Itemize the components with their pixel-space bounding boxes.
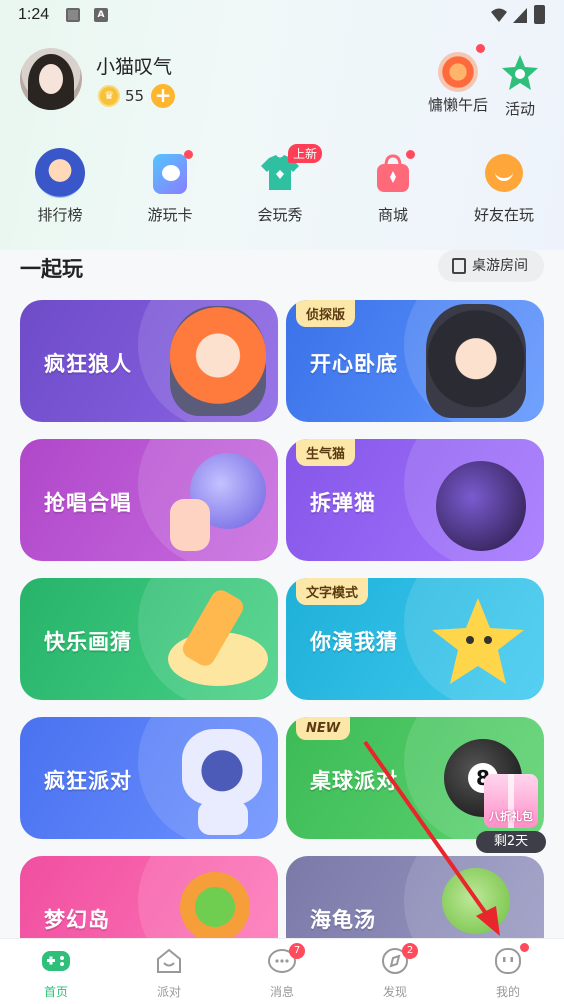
star-icon bbox=[502, 55, 538, 90]
game-title: 抢唱合唱 bbox=[44, 491, 132, 515]
game-title: 疯狂派对 bbox=[44, 769, 132, 793]
quick-label: 商城 bbox=[377, 206, 408, 224]
notification-dot bbox=[184, 150, 193, 159]
status-bar: 1:24 A bbox=[0, 0, 564, 30]
game-tag: NEW bbox=[296, 717, 351, 740]
quick-play-card[interactable]: 游玩卡 bbox=[120, 148, 220, 225]
notification-dot bbox=[406, 150, 415, 159]
game-title: 海龟汤 bbox=[310, 908, 376, 932]
nav-label: 发现 bbox=[382, 985, 407, 999]
lazy-afternoon-button[interactable]: 慵懒午后 bbox=[428, 52, 488, 115]
quick-label: 游玩卡 bbox=[147, 206, 193, 224]
avatar[interactable] bbox=[20, 48, 82, 110]
coin-icon: ♛ bbox=[98, 85, 120, 107]
activity-button[interactable]: 活动 bbox=[500, 52, 540, 119]
board-game-room-button[interactable]: 桌游房间 bbox=[438, 250, 544, 282]
nav-label: 派对 bbox=[156, 985, 181, 999]
game-title: 疯狂狼人 bbox=[44, 352, 132, 376]
game-title: 你演我猜 bbox=[310, 630, 398, 654]
gift-label: 八折礼包 bbox=[489, 810, 533, 823]
quick-friends[interactable]: 好友在玩 bbox=[454, 148, 554, 225]
coin-balance: 55 bbox=[125, 87, 145, 105]
nav-label: 我的 bbox=[495, 985, 520, 999]
quick-label: 排行榜 bbox=[37, 206, 83, 224]
discover-count-badge: 2 bbox=[402, 943, 418, 959]
game-card-werewolf[interactable]: 疯狂狼人 bbox=[20, 300, 278, 422]
quick-ranking[interactable]: 排行榜 bbox=[10, 148, 110, 225]
nav-label: 消息 bbox=[269, 985, 294, 999]
gallery-icon bbox=[66, 8, 80, 22]
nav-discover[interactable]: 2 发现 bbox=[355, 943, 435, 1000]
game-tag: 生气猫 bbox=[296, 439, 356, 466]
username[interactable]: 小猫叹气 bbox=[96, 52, 172, 79]
room-button-label: 桌游房间 bbox=[472, 258, 528, 274]
room-icon bbox=[452, 258, 466, 274]
star-art bbox=[432, 598, 524, 684]
quick-store[interactable]: 商城 bbox=[343, 148, 443, 225]
lazy-afternoon-label: 慵懒午后 bbox=[428, 96, 489, 114]
game-card-undercover[interactable]: 侦探版 开心卧底 bbox=[286, 300, 544, 422]
game-card-bomb-cat[interactable]: 生气猫 拆弹猫 bbox=[286, 439, 544, 561]
game-card-draw-guess[interactable]: 快乐画猜 bbox=[20, 578, 278, 700]
notification-dot bbox=[520, 943, 529, 952]
activity-label: 活动 bbox=[504, 100, 535, 118]
nav-profile[interactable]: 我的 bbox=[468, 943, 548, 1000]
game-card-sing[interactable]: 抢唱合唱 bbox=[20, 439, 278, 561]
nav-messages[interactable]: 7 消息 bbox=[242, 943, 322, 1000]
nav-home[interactable]: 首页 bbox=[16, 947, 96, 1000]
font-icon: A bbox=[94, 8, 108, 22]
quick-label: 会玩秀 bbox=[257, 206, 303, 224]
status-time: 1:24 bbox=[18, 6, 50, 23]
wifi-icon bbox=[491, 8, 507, 22]
game-title: 梦幻岛 bbox=[44, 908, 110, 932]
battery-icon bbox=[534, 5, 545, 24]
game-card-party[interactable]: 疯狂派对 bbox=[20, 717, 278, 839]
new-badge: 上新 bbox=[288, 144, 323, 163]
game-title: 开心卧底 bbox=[310, 352, 398, 376]
ranking-icon bbox=[35, 148, 85, 198]
compass-icon: 2 bbox=[380, 943, 418, 975]
add-coins-button[interactable]: + bbox=[151, 84, 175, 108]
game-tag: 文字模式 bbox=[296, 578, 369, 605]
quick-label: 好友在玩 bbox=[473, 206, 534, 224]
days-left-badge: 剩2天 bbox=[476, 831, 546, 853]
game-title: 桌球派对 bbox=[310, 769, 398, 793]
notification-dot bbox=[476, 44, 485, 53]
smile-icon bbox=[479, 148, 529, 198]
signal-icon bbox=[513, 8, 527, 23]
gamepad-icon bbox=[41, 947, 71, 975]
section-title: 一起玩 bbox=[20, 257, 83, 281]
house-icon bbox=[154, 947, 184, 975]
game-title: 拆弹猫 bbox=[310, 491, 376, 515]
bottom-navigation: 首页 派对 7 消息 2 发现 我的 bbox=[0, 938, 564, 1004]
game-tag: 侦探版 bbox=[296, 300, 356, 327]
lazy-afternoon-icon bbox=[438, 52, 478, 92]
nav-party[interactable]: 派对 bbox=[129, 947, 209, 1000]
game-card-act-guess[interactable]: 文字模式 你演我猜 bbox=[286, 578, 544, 700]
message-count-badge: 7 bbox=[289, 943, 305, 959]
chat-bubble-icon: 7 bbox=[267, 943, 305, 975]
nav-label: 首页 bbox=[43, 985, 68, 999]
profile-face-icon bbox=[493, 943, 529, 975]
gift-package-badge[interactable]: 八折礼包 bbox=[484, 774, 538, 828]
game-title: 快乐画猜 bbox=[44, 630, 132, 654]
